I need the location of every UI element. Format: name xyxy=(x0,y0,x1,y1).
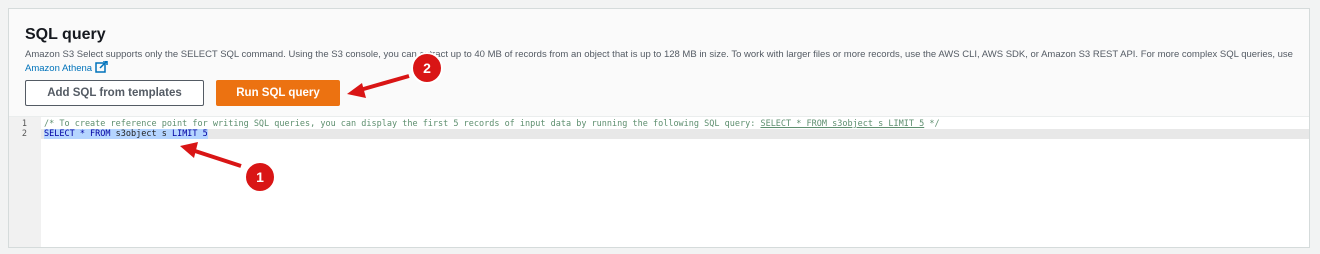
panel-title: SQL query xyxy=(25,26,106,43)
external-link-icon[interactable] xyxy=(95,60,108,77)
amazon-athena-link[interactable]: Amazon Athena xyxy=(25,63,92,74)
code-area[interactable]: /* To create reference point for writing… xyxy=(41,117,1309,139)
description-text: Amazon S3 Select supports only the SELEC… xyxy=(25,49,1293,60)
code-line-1[interactable]: /* To create reference point for writing… xyxy=(41,119,1309,129)
panel-header: SQL query Amazon S3 Select supports only… xyxy=(9,9,1309,117)
panel-description: Amazon S3 Select supports only the SELEC… xyxy=(25,48,1295,77)
line-number: 2 xyxy=(21,129,27,139)
sql-keyword-select: SELECT * FROM xyxy=(44,129,111,139)
run-sql-query-button[interactable]: Run SQL query xyxy=(216,80,340,106)
line-number: 1 xyxy=(21,119,27,129)
sql-editor[interactable]: 1 2 /* To create reference point for wri… xyxy=(9,117,1309,247)
add-sql-from-templates-button[interactable]: Add SQL from templates xyxy=(25,80,204,106)
line-number-gutter: 1 2 xyxy=(9,117,41,247)
sql-query-panel: SQL query Amazon S3 Select supports only… xyxy=(8,8,1310,248)
comment-end: */ xyxy=(924,119,940,129)
code-line-2[interactable]: SELECT * FROM s3object s LIMIT 5 xyxy=(41,129,1309,139)
comment-text: /* To create reference point for writing… xyxy=(44,119,761,129)
comment-query-highlight: SELECT * FROM s3object s LIMIT 5 xyxy=(760,119,925,129)
sql-table-name: s3object s xyxy=(110,129,172,139)
sql-keyword-limit: LIMIT 5 xyxy=(171,129,208,139)
